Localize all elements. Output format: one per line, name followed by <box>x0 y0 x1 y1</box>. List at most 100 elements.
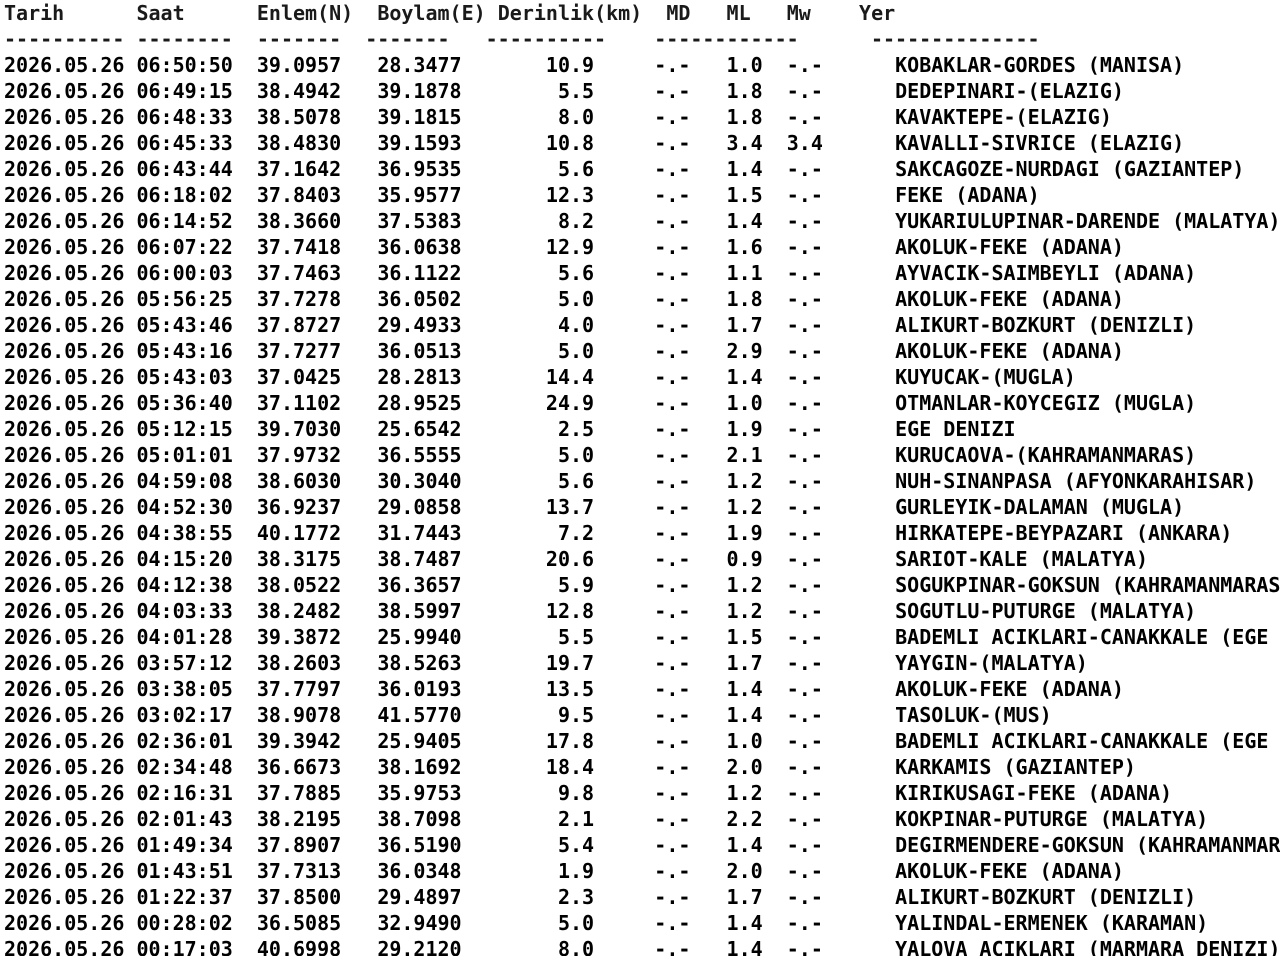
event-date: 2026.05.26 <box>4 339 125 363</box>
event-place: AYVACIK-SAIMBEYLI (ADANA) <box>895 261 1197 285</box>
event-depth: 12.3 <box>545 183 595 207</box>
event-longitude: 36.1122 <box>377 261 462 285</box>
event-depth: 2.5 <box>557 417 595 441</box>
event-depth: 7.2 <box>557 521 595 545</box>
table-row: 2026.05.26 05:36:40 37.1102 28.9525 24.9… <box>4 390 1280 416</box>
table-row: 2026.05.26 03:02:17 38.9078 41.5770 9.5 … <box>4 702 1280 728</box>
event-depth: 1.9 <box>557 859 595 883</box>
event-latitude: 37.7463 <box>256 261 342 285</box>
event-ml: 1.8 <box>726 105 763 129</box>
event-md: -.- <box>654 807 691 831</box>
event-longitude: 36.3657 <box>377 573 462 597</box>
event-latitude: 38.2482 <box>256 599 342 623</box>
event-place: OTMANLAR-KOYCEGIZ (MUGLA) <box>895 391 1197 415</box>
event-md: -.- <box>654 131 691 155</box>
event-time: 04:38:55 <box>136 521 233 545</box>
event-date: 2026.05.26 <box>4 547 125 571</box>
event-longitude: 36.5190 <box>377 833 462 857</box>
event-date: 2026.05.26 <box>4 365 125 389</box>
event-time: 05:43:16 <box>136 339 233 363</box>
event-latitude: 39.3942 <box>256 729 342 753</box>
event-md: -.- <box>654 885 691 909</box>
event-date: 2026.05.26 <box>4 313 125 337</box>
event-date: 2026.05.26 <box>4 755 125 779</box>
event-date: 2026.05.26 <box>4 833 125 857</box>
event-ml: 1.4 <box>726 703 763 727</box>
event-place: DEGIRMENDERE-GOKSUN (KAHRAMANMARA <box>895 833 1280 857</box>
table-row: 2026.05.26 05:56:25 37.7278 36.0502 5.0 … <box>4 286 1280 312</box>
event-longitude: 36.0513 <box>377 339 462 363</box>
event-latitude: 37.7885 <box>256 781 342 805</box>
event-mw: -.- <box>786 157 823 181</box>
event-latitude: 37.9732 <box>256 443 342 467</box>
event-latitude: 36.5085 <box>256 911 342 935</box>
event-longitude: 36.9535 <box>377 157 462 181</box>
event-mw: -.- <box>786 365 823 389</box>
event-mw: -.- <box>786 677 823 701</box>
event-time: 06:45:33 <box>136 131 233 155</box>
event-latitude: 39.0957 <box>256 53 342 77</box>
event-mw: -.- <box>786 885 823 909</box>
event-place: AKOLUK-FEKE (ADANA) <box>895 339 1124 363</box>
event-depth: 9.8 <box>557 781 595 805</box>
event-time: 03:02:17 <box>136 703 233 727</box>
event-date: 2026.05.26 <box>4 417 125 441</box>
event-time: 01:43:51 <box>136 859 233 883</box>
event-mw: -.- <box>786 781 823 805</box>
event-mw: -.- <box>786 547 823 571</box>
event-place: ALIKURT-BOZKURT (DENIZLI) <box>895 885 1197 909</box>
event-time: 04:12:38 <box>136 573 233 597</box>
event-time: 04:59:08 <box>136 469 233 493</box>
event-place: FEKE (ADANA) <box>895 183 1040 207</box>
event-md: -.- <box>654 599 691 623</box>
event-latitude: 37.8403 <box>256 183 342 207</box>
table-row: 2026.05.26 05:01:01 37.9732 36.5555 5.0 … <box>4 442 1280 468</box>
event-ml: 1.4 <box>726 677 763 701</box>
event-longitude: 25.9940 <box>377 625 462 649</box>
event-time: 05:56:25 <box>136 287 233 311</box>
event-date: 2026.05.26 <box>4 859 125 883</box>
event-md: -.- <box>654 755 691 779</box>
event-place: SAKCAGOZE-NURDAGI (GAZIANTEP) <box>895 157 1245 181</box>
event-depth: 20.6 <box>545 547 595 571</box>
event-longitude: 28.9525 <box>377 391 462 415</box>
event-depth: 10.8 <box>545 131 595 155</box>
event-md: -.- <box>654 469 691 493</box>
table-header: Tarih Saat Enlem(N) Boylam(E) Derinlik(k… <box>4 0 1280 26</box>
event-longitude: 39.1878 <box>377 79 462 103</box>
event-time: 05:43:46 <box>136 313 233 337</box>
table-row: 2026.05.26 05:43:46 37.8727 29.4933 4.0 … <box>4 312 1280 338</box>
event-place: KURUCAOVA-(KAHRAMANMARAS) <box>895 443 1197 467</box>
event-longitude: 38.5997 <box>377 599 462 623</box>
event-date: 2026.05.26 <box>4 807 125 831</box>
event-latitude: 38.4830 <box>256 131 342 155</box>
event-latitude: 40.6998 <box>256 937 342 956</box>
table-row: 2026.05.26 02:16:31 37.7885 35.9753 9.8 … <box>4 780 1280 806</box>
event-place: GURLEYIK-DALAMAN (MUGLA) <box>895 495 1185 519</box>
event-longitude: 25.6542 <box>377 417 462 441</box>
table-row: 2026.05.26 04:52:30 36.9237 29.0858 13.7… <box>4 494 1280 520</box>
header-tarih: Tarih <box>4 1 65 25</box>
event-latitude: 37.8907 <box>256 833 342 857</box>
event-time: 05:12:15 <box>136 417 233 441</box>
header-yer: Yer <box>859 1 896 25</box>
event-md: -.- <box>654 313 691 337</box>
event-depth: 2.3 <box>557 885 595 909</box>
event-longitude: 30.3040 <box>377 469 462 493</box>
event-longitude: 37.5383 <box>377 209 462 233</box>
event-md: -.- <box>654 937 691 956</box>
event-latitude: 37.8727 <box>256 313 342 337</box>
event-latitude: 38.2603 <box>256 651 342 675</box>
event-latitude: 37.1642 <box>256 157 342 181</box>
event-ml: 1.4 <box>726 833 763 857</box>
event-time: 05:36:40 <box>136 391 233 415</box>
event-time: 04:15:20 <box>136 547 233 571</box>
event-depth: 5.4 <box>557 833 595 857</box>
event-time: 06:00:03 <box>136 261 233 285</box>
event-md: -.- <box>654 573 691 597</box>
event-depth: 5.0 <box>557 339 595 363</box>
event-latitude: 36.6673 <box>256 755 342 779</box>
event-depth: 5.5 <box>557 625 595 649</box>
event-depth: 13.5 <box>545 677 595 701</box>
event-time: 02:16:31 <box>136 781 233 805</box>
